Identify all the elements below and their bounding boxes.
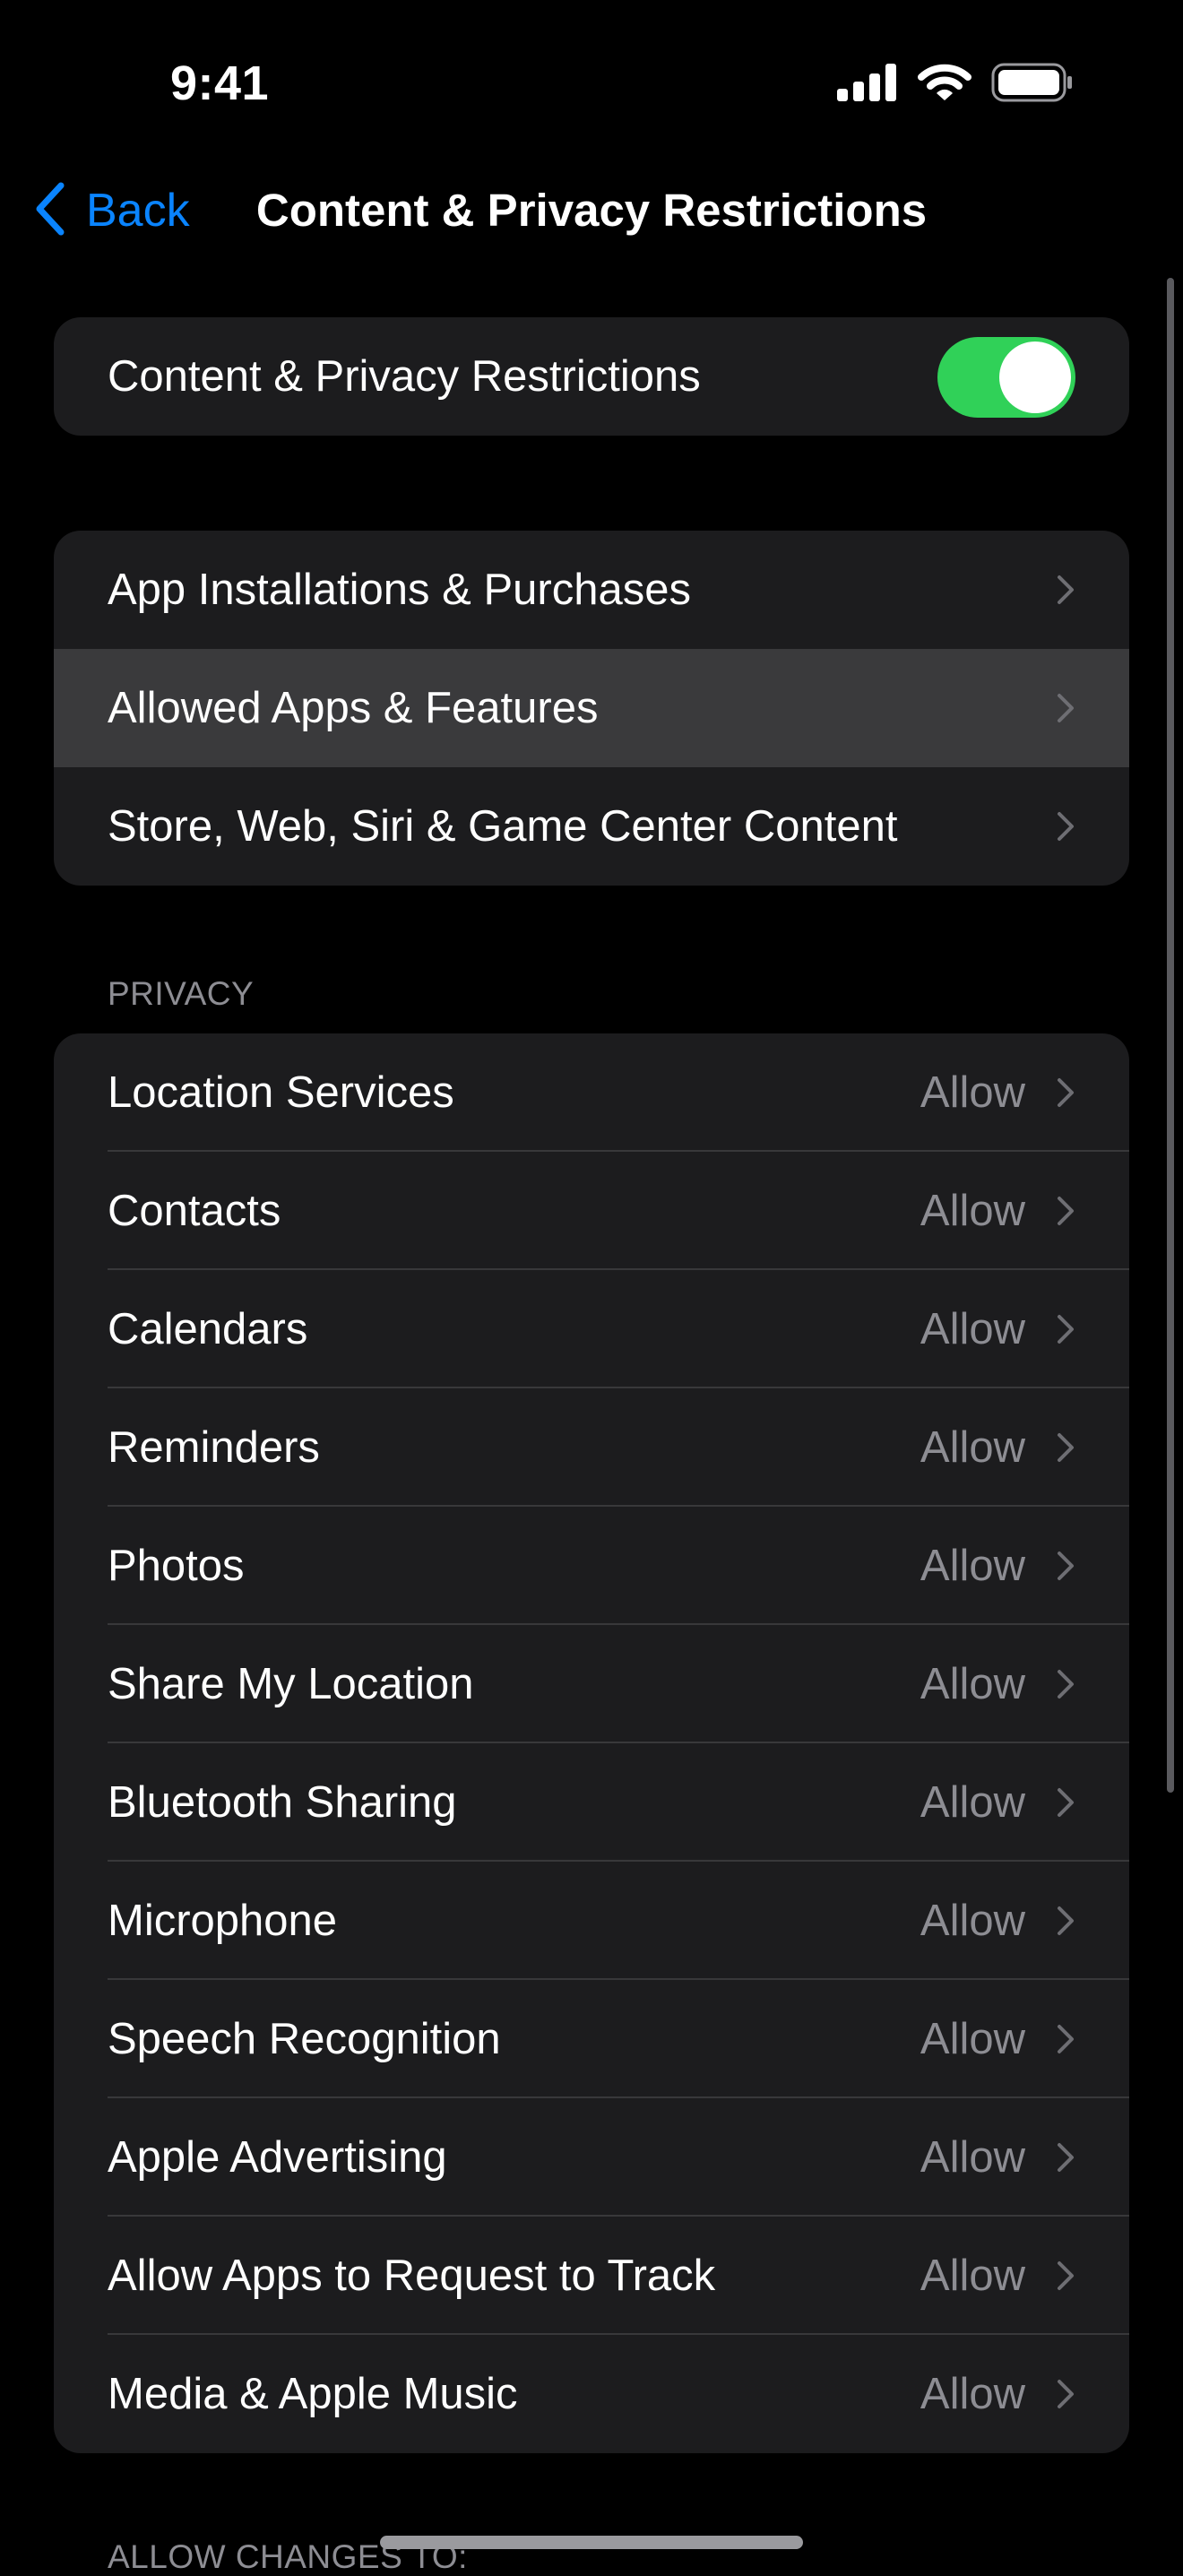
restrictions-toggle-row: Content & Privacy Restrictions	[54, 317, 1129, 436]
chevron-right-icon	[1058, 812, 1074, 841]
restrictions-toggle-group: Content & Privacy Restrictions	[54, 317, 1129, 436]
row-label: Speech Recognition	[108, 2015, 501, 2063]
row-label: Microphone	[108, 1897, 338, 1945]
row-media-apple-music[interactable]: Media & Apple Music Allow	[54, 2335, 1129, 2453]
row-microphone[interactable]: Microphone Allow	[54, 1862, 1129, 1980]
row-label: Photos	[108, 1542, 245, 1590]
chevron-right-icon	[1058, 1078, 1074, 1107]
toggle-label: Content & Privacy Restrictions	[108, 352, 701, 401]
row-label: Reminders	[108, 1423, 320, 1472]
row-value: Allow	[920, 1778, 1025, 1827]
row-value: Allow	[920, 2015, 1025, 2063]
row-label: Apple Advertising	[108, 2133, 447, 2182]
chevron-right-icon	[1058, 1315, 1074, 1344]
row-label: Allowed Apps & Features	[108, 684, 599, 732]
row-calendars[interactable]: Calendars Allow	[54, 1270, 1129, 1388]
chevron-right-icon	[1058, 694, 1074, 722]
wifi-icon	[918, 63, 971, 107]
row-contacts[interactable]: Contacts Allow	[54, 1152, 1129, 1270]
row-label: Share My Location	[108, 1660, 474, 1708]
row-value: Allow	[920, 1542, 1025, 1590]
chevron-right-icon	[1058, 2143, 1074, 2172]
row-apple-advertising[interactable]: Apple Advertising Allow	[54, 2098, 1129, 2217]
status-bar: 9:41	[0, 0, 1183, 134]
row-request-to-track[interactable]: Allow Apps to Request to Track Allow	[54, 2217, 1129, 2335]
row-label: App Installations & Purchases	[108, 566, 691, 614]
chevron-right-icon	[1058, 1433, 1074, 1462]
row-value: Allow	[920, 1897, 1025, 1945]
home-indicator[interactable]	[380, 2536, 803, 2549]
row-share-my-location[interactable]: Share My Location Allow	[54, 1625, 1129, 1743]
chevron-right-icon	[1058, 2261, 1074, 2290]
row-value: Allow	[920, 1423, 1025, 1472]
scroll-indicator[interactable]	[1167, 278, 1174, 1793]
chevron-right-icon	[1058, 575, 1074, 604]
battery-icon	[991, 63, 1074, 107]
toggle-knob	[999, 341, 1071, 413]
chevron-right-icon	[1058, 1670, 1074, 1699]
row-label: Allow Apps to Request to Track	[108, 2252, 716, 2300]
row-value: Allow	[920, 2370, 1025, 2418]
row-store-web-siri[interactable]: Store, Web, Siri & Game Center Content	[54, 767, 1129, 886]
row-reminders[interactable]: Reminders Allow	[54, 1388, 1129, 1507]
back-button[interactable]: Back	[34, 170, 190, 251]
chevron-right-icon	[1058, 2025, 1074, 2053]
status-time: 9:41	[170, 56, 270, 110]
row-speech-recognition[interactable]: Speech Recognition Allow	[54, 1980, 1129, 2098]
row-label: Bluetooth Sharing	[108, 1778, 457, 1827]
restrictions-group: App Installations & Purchases Allowed Ap…	[54, 531, 1129, 886]
row-label: Contacts	[108, 1187, 281, 1235]
row-label: Calendars	[108, 1305, 308, 1353]
row-label: Media & Apple Music	[108, 2370, 518, 2418]
row-value: Allow	[920, 2133, 1025, 2182]
row-value: Allow	[920, 1305, 1025, 1353]
chevron-left-icon	[34, 182, 66, 240]
chevron-right-icon	[1058, 1788, 1074, 1817]
row-location-services[interactable]: Location Services Allow	[54, 1033, 1129, 1152]
row-value: Allow	[920, 1187, 1025, 1235]
chevron-right-icon	[1058, 2380, 1074, 2408]
privacy-section-header: PRIVACY	[108, 975, 255, 1012]
status-icons	[837, 63, 1074, 107]
row-label: Location Services	[108, 1068, 454, 1117]
navigation-bar: Content & Privacy Restrictions Back	[0, 170, 1183, 251]
row-value: Allow	[920, 1660, 1025, 1708]
row-allowed-apps[interactable]: Allowed Apps & Features	[54, 649, 1129, 767]
row-value: Allow	[920, 2252, 1025, 2300]
restrictions-toggle[interactable]	[937, 337, 1075, 418]
row-app-installations[interactable]: App Installations & Purchases	[54, 531, 1129, 649]
back-label: Back	[86, 185, 190, 237]
row-value: Allow	[920, 1068, 1025, 1117]
row-bluetooth-sharing[interactable]: Bluetooth Sharing Allow	[54, 1743, 1129, 1862]
row-photos[interactable]: Photos Allow	[54, 1507, 1129, 1625]
cellular-signal-icon	[837, 64, 898, 106]
privacy-group: Location Services Allow Contacts Allow C…	[54, 1033, 1129, 2453]
chevron-right-icon	[1058, 1906, 1074, 1935]
chevron-right-icon	[1058, 1197, 1074, 1225]
chevron-right-icon	[1058, 1552, 1074, 1580]
row-label: Store, Web, Siri & Game Center Content	[108, 802, 898, 851]
